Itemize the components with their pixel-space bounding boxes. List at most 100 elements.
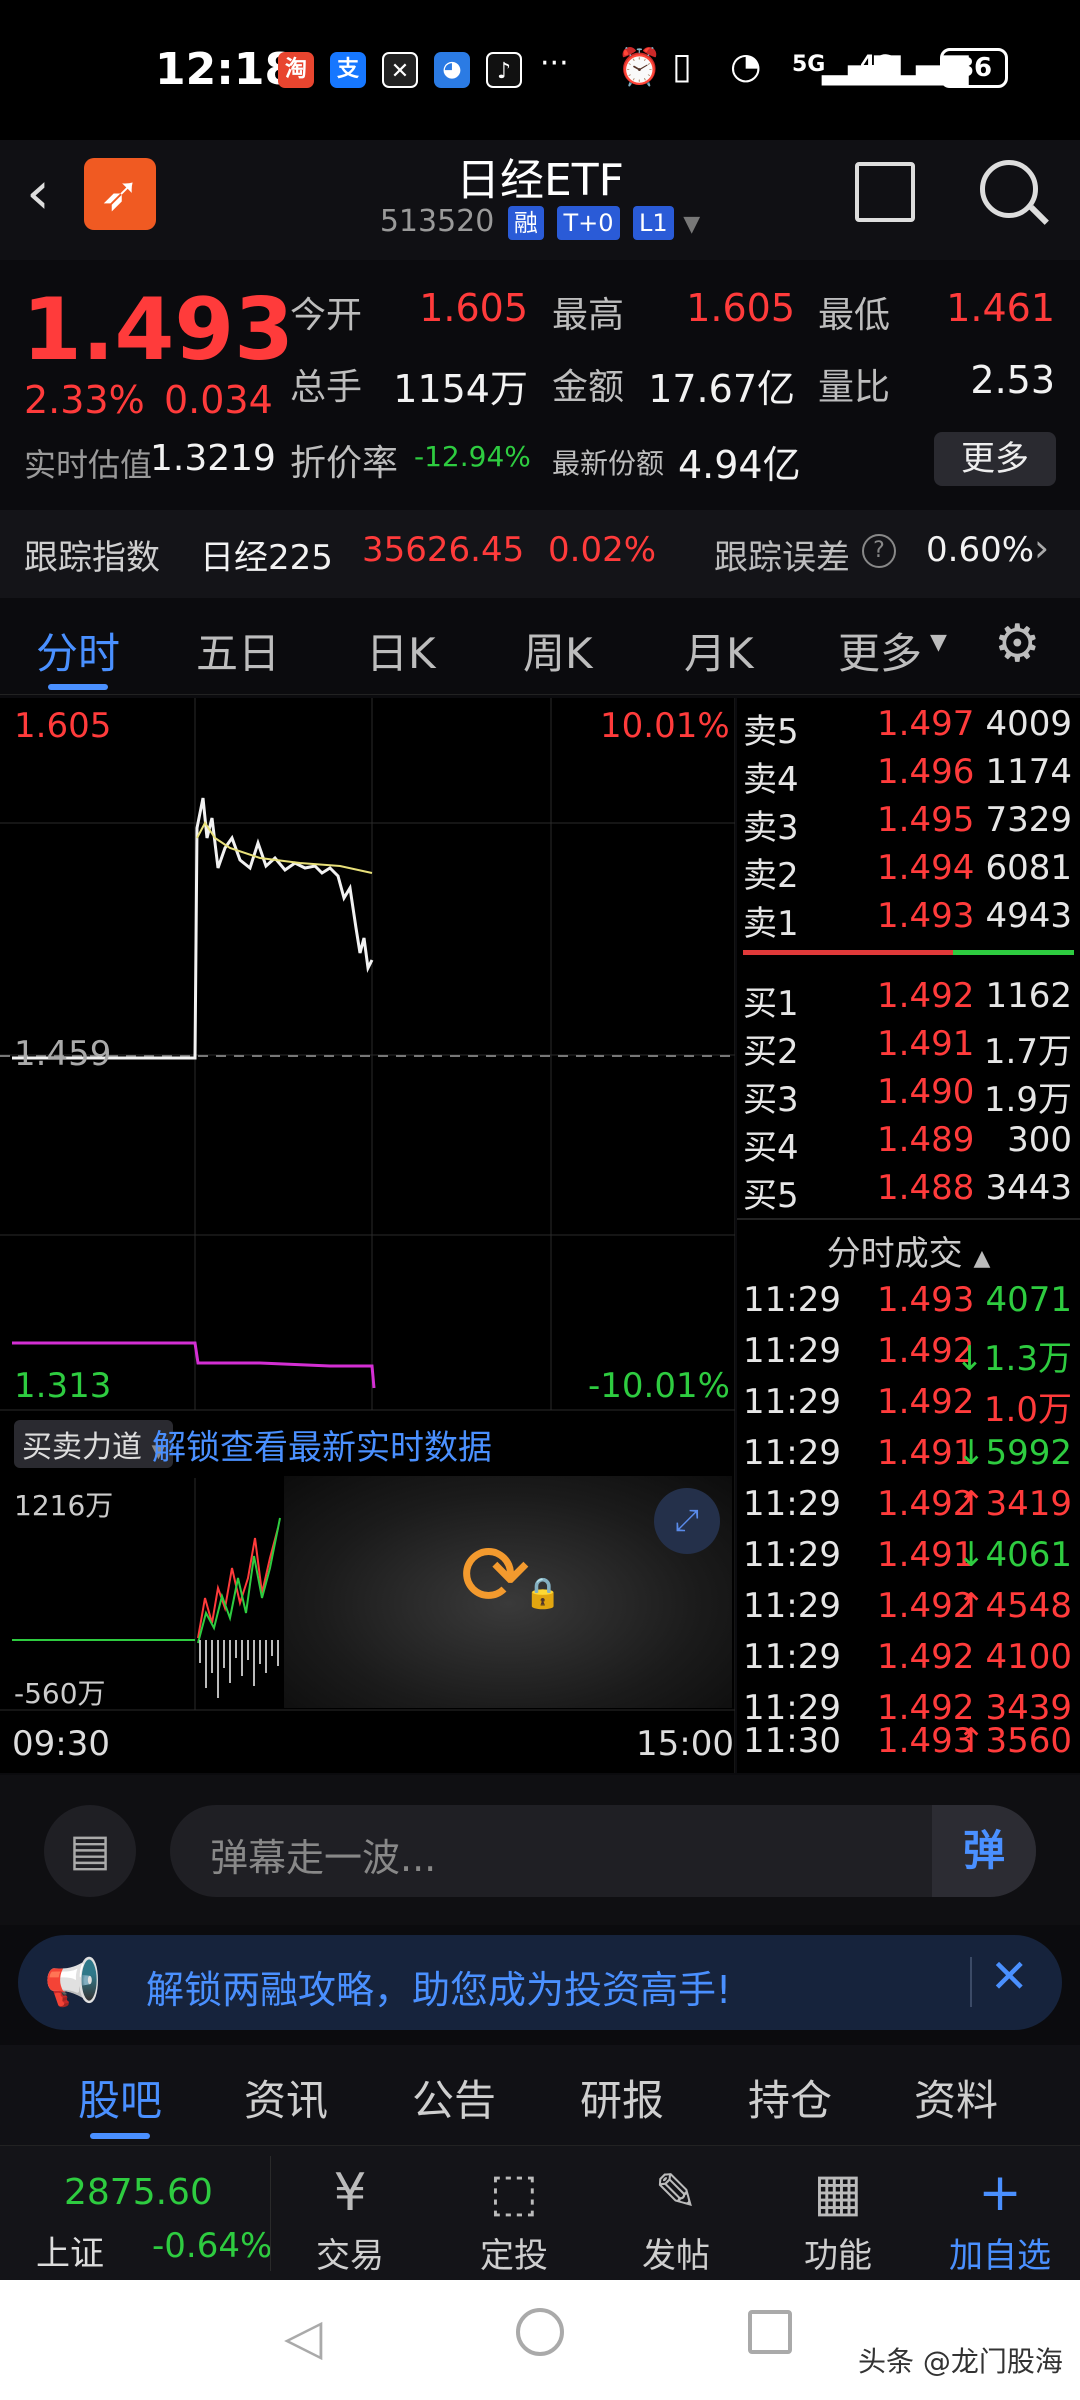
- ask-row: 卖5 1.497 4009: [743, 704, 1072, 752]
- nav-functions[interactable]: ▦ 功能: [778, 2162, 898, 2277]
- app-icon: ✕: [382, 52, 418, 88]
- wifi-icon: ◔: [730, 46, 762, 87]
- grid-icon: ▦: [813, 2163, 863, 2223]
- quote-panel: 1.493 2.33% 0.034 实时估值 1.3219 今开 1.605 最…: [0, 262, 1080, 502]
- nav-add-watchlist[interactable]: + 加自选: [940, 2162, 1060, 2277]
- tag-l1: L1: [633, 205, 674, 240]
- chart-tabs: 分时 五日 日K 周K 月K 更多 ▼ ⚙: [0, 600, 1080, 695]
- ask-row: 卖3 1.495 7329: [743, 800, 1072, 848]
- danmaku-settings-icon[interactable]: ▤: [44, 1805, 136, 1897]
- tracking-error-value: 0.60%: [926, 530, 1035, 570]
- watermark: 头条 @龙门股海: [858, 2345, 1063, 2378]
- tab-announcements[interactable]: 公告: [412, 2067, 496, 2128]
- indicator-label: 买卖力道: [22, 1430, 142, 1465]
- app-bottom-nav: 2875.60 上证 -0.64% ¥ 交易 ⬚ 定投 ✎ 发帖 ▦ 功能 + 加自选: [0, 2145, 1080, 2280]
- unlock-icon: ⟳: [460, 1526, 531, 1624]
- bid-row: 买2 1.491 1.7万: [743, 1024, 1072, 1072]
- expand-icon[interactable]: ⤢: [654, 1488, 720, 1554]
- help-icon[interactable]: ?: [862, 534, 896, 568]
- back-nav-icon[interactable]: ◁: [284, 2308, 322, 2366]
- stat-label: 量比: [818, 367, 891, 408]
- tracking-error-label: 跟踪误差: [714, 538, 850, 578]
- tab-monthly-k[interactable]: 月K: [684, 620, 754, 681]
- tab-profile[interactable]: 资料: [914, 2067, 998, 2128]
- stat-label: 今开: [290, 295, 363, 336]
- tracking-index-row[interactable]: 跟踪指数 日经225 35626.45 0.02% 跟踪误差 ? 0.60% ›: [0, 510, 1080, 598]
- stat-label: 金额: [552, 367, 625, 408]
- stock-code: 513520: [379, 204, 495, 239]
- index-value: 35626.45: [362, 530, 525, 570]
- danmaku-send-button[interactable]: 弹: [932, 1805, 1036, 1897]
- active-tab-indicator: [48, 684, 108, 690]
- stat-open: 1.605: [419, 286, 528, 330]
- tab-forum[interactable]: 股吧: [78, 2067, 162, 2128]
- trade-row: 11:29 1.492 ↑4548: [743, 1586, 1072, 1626]
- bid-row: 买5 1.488 3443: [743, 1168, 1072, 1216]
- gear-icon[interactable]: ⚙: [994, 614, 1041, 674]
- page-title: 日经ETF: [456, 155, 624, 206]
- tab-daily-k[interactable]: 日K: [366, 620, 436, 681]
- tab-five-day[interactable]: 五日: [196, 620, 280, 681]
- system-nav-bar: ◁ 头条 @龙门股海: [0, 2280, 1080, 2400]
- unlock-link[interactable]: 解锁查看最新实时数据: [152, 1420, 492, 1469]
- discount-label: 折价率: [290, 443, 399, 484]
- status-bar: 12:18 淘 支 ✕ ◕ ♪ ··· ⏰ ▯ ◔ 5G ▂▄▆ 4G ▂▄▆ …: [0, 0, 1080, 140]
- stat-vol-ratio: 2.53: [970, 358, 1055, 402]
- chevron-down-icon[interactable]: ▼: [683, 212, 700, 237]
- danmaku-placeholder: 弹幕走一波...: [210, 1836, 437, 1880]
- danmaku-input[interactable]: 弹幕走一波... 弹: [170, 1805, 1036, 1897]
- ask-row: 卖1 1.493 4943: [743, 896, 1072, 944]
- indicator-selector[interactable]: 买卖力道 ▼: [14, 1420, 174, 1468]
- change-percent: 2.33%: [24, 378, 145, 422]
- tab-more[interactable]: 更多: [838, 620, 922, 681]
- promo-banner[interactable]: 📢 解锁两融攻略，助您成为投资高手! ✕: [18, 1935, 1062, 2030]
- lock-icon: 🔒: [524, 1576, 562, 1611]
- close-icon[interactable]: ✕: [990, 1949, 1029, 2003]
- tag-t0: T+0: [557, 205, 620, 240]
- volume-bottom-label: -560万: [14, 1677, 106, 1710]
- megaphone-icon: 📢: [44, 1955, 102, 2009]
- trade-row: 11:29 1.493 4071: [743, 1280, 1072, 1320]
- ask-ratio-bar: [743, 950, 953, 955]
- stat-amount: 17.67亿: [648, 367, 795, 411]
- trade-row: 11:30 1.493 ↑3560: [743, 1721, 1072, 1761]
- nav-fixed-invest[interactable]: ⬚ 定投: [454, 2162, 574, 2277]
- trade-row: 11:29 1.492 1.0万: [743, 1382, 1072, 1430]
- battery-icon: 86: [940, 48, 1008, 88]
- tab-news[interactable]: 资讯: [244, 2067, 328, 2128]
- chart-bottom-pct: -10.01%: [588, 1366, 730, 1406]
- home-nav-icon[interactable]: [516, 2308, 564, 2356]
- tag-margin: 融: [507, 205, 544, 240]
- bid-row: 买3 1.490 1.9万: [743, 1072, 1072, 1120]
- rt-est-label: 实时估值: [24, 446, 153, 484]
- qq-icon: ◕: [434, 52, 470, 88]
- danmaku-bar: ▤ 弹幕走一波... 弹: [0, 1775, 1080, 1925]
- more-button[interactable]: 更多: [934, 432, 1056, 486]
- recents-nav-icon[interactable]: [748, 2310, 792, 2354]
- volume-bars: [199, 1640, 279, 1698]
- promo-text: 解锁两融攻略，助您成为投资高手!: [146, 1968, 732, 2012]
- nav-post[interactable]: ✎ 发帖: [616, 2162, 736, 2277]
- market-index-widget[interactable]: 2875.60 上证 -0.64%: [0, 2146, 272, 2281]
- trades-title[interactable]: 分时成交 ▲: [737, 1226, 1080, 1275]
- locked-overlay[interactable]: ⟳ 🔒 ⤢: [284, 1476, 732, 1708]
- chart-bottom-price: 1.313: [14, 1366, 112, 1406]
- change-value: 0.034: [164, 378, 273, 422]
- taobao-icon: 淘: [278, 52, 314, 88]
- tab-intraday[interactable]: 分时: [36, 620, 120, 681]
- tab-holdings[interactable]: 持仓: [748, 2067, 832, 2128]
- volume-sell-line: [197, 1517, 281, 1644]
- trade-row: 11:29 1.492 ↑3419: [743, 1484, 1072, 1524]
- edit-icon: ✎: [654, 2163, 698, 2223]
- tab-research[interactable]: 研报: [580, 2067, 664, 2128]
- tab-weekly-k[interactable]: 周K: [523, 620, 593, 681]
- intraday-chart[interactable]: 1.605 10.01% 1.459 1.313 -10.01% 买卖力道 ▼ …: [0, 698, 735, 1773]
- status-time: 12:18: [155, 44, 296, 95]
- order-book: 卖5 1.497 4009 卖4 1.496 1174 卖3 1.495 7329 卖2 1.…: [737, 698, 1080, 1773]
- net-5g: 5G: [792, 52, 826, 77]
- time-end: 15:00: [636, 1724, 734, 1764]
- nav-trade[interactable]: ¥ 交易: [290, 2162, 410, 2277]
- share-icon[interactable]: [855, 162, 915, 222]
- content-tabs: 股吧 资讯 公告 研报 持仓 资料: [0, 2045, 1080, 2145]
- divider: [737, 1218, 1080, 1220]
